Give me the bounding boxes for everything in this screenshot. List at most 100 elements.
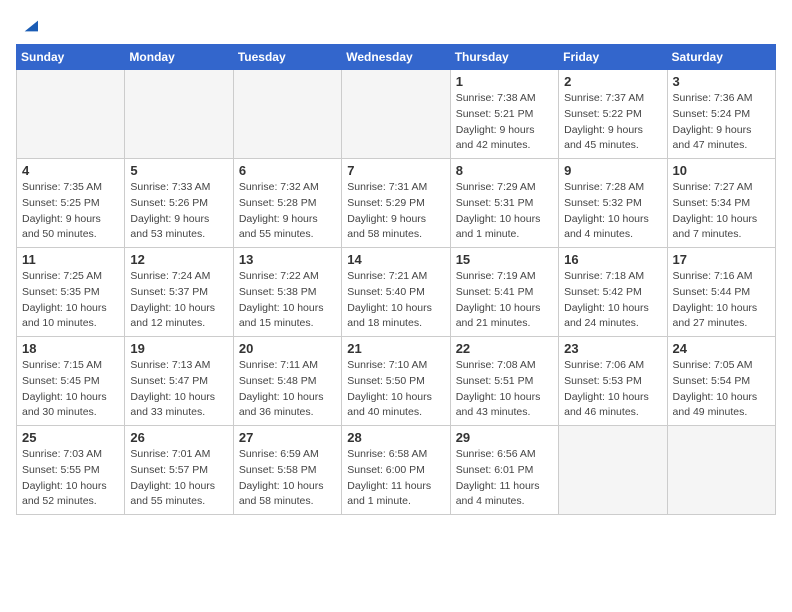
day-info: Sunrise: 7:11 AMSunset: 5:48 PMDaylight:… xyxy=(239,358,336,421)
day-info: Sunrise: 7:37 AMSunset: 5:22 PMDaylight:… xyxy=(564,91,661,154)
calendar-cell: 10 Sunrise: 7:27 AMSunset: 5:34 PMDayligh… xyxy=(667,159,775,248)
calendar-cell: 6 Sunrise: 7:32 AMSunset: 5:28 PMDaylight… xyxy=(233,159,341,248)
day-info: Sunrise: 7:32 AMSunset: 5:28 PMDaylight:… xyxy=(239,180,336,243)
calendar-cell: 25Sunrise: 7:03 AMSunset: 5:55 PMDayligh… xyxy=(17,426,125,515)
day-info: Sunrise: 7:36 AMSunset: 5:24 PMDaylight:… xyxy=(673,91,770,154)
day-info: Sunrise: 7:25 AMSunset: 5:35 PMDaylight:… xyxy=(22,269,119,332)
day-number: 27 xyxy=(239,430,336,445)
calendar-cell: 20 Sunrise: 7:11 AMSunset: 5:48 PMDayligh… xyxy=(233,337,341,426)
calendar-cell: 2 Sunrise: 7:37 AMSunset: 5:22 PMDaylight… xyxy=(559,70,667,159)
week-row-5: 25Sunrise: 7:03 AMSunset: 5:55 PMDayligh… xyxy=(17,426,776,515)
day-info: Sunrise: 7:22 AMSunset: 5:38 PMDaylight:… xyxy=(239,269,336,332)
calendar-cell: 16 Sunrise: 7:18 AMSunset: 5:42 PMDayligh… xyxy=(559,248,667,337)
day-info: Sunrise: 7:28 AMSunset: 5:32 PMDaylight:… xyxy=(564,180,661,243)
day-info: Sunrise: 7:08 AMSunset: 5:51 PMDaylight:… xyxy=(456,358,553,421)
day-info: Sunrise: 7:05 AMSunset: 5:54 PMDaylight:… xyxy=(673,358,770,421)
page-header xyxy=(16,16,776,36)
day-number: 10 xyxy=(673,163,770,178)
day-number: 8 xyxy=(456,163,553,178)
calendar-cell: 18 Sunrise: 7:15 AMSunset: 5:45 PMDayligh… xyxy=(17,337,125,426)
day-info: Sunrise: 7:24 AMSunset: 5:37 PMDaylight:… xyxy=(130,269,227,332)
calendar-cell: 1 Sunrise: 7:38 AMSunset: 5:21 PMDaylight… xyxy=(450,70,558,159)
day-number: 5 xyxy=(130,163,227,178)
calendar-cell: 23 Sunrise: 7:06 AMSunset: 5:53 PMDayligh… xyxy=(559,337,667,426)
day-info: Sunrise: 7:10 AMSunset: 5:50 PMDaylight:… xyxy=(347,358,444,421)
week-row-4: 18 Sunrise: 7:15 AMSunset: 5:45 PMDayligh… xyxy=(17,337,776,426)
day-number: 24 xyxy=(673,341,770,356)
calendar-cell xyxy=(17,70,125,159)
week-row-2: 4Sunrise: 7:35 AMSunset: 5:25 PMDaylight… xyxy=(17,159,776,248)
day-number: 13 xyxy=(239,252,336,267)
calendar-cell: 7Sunrise: 7:31 AMSunset: 5:29 PMDaylight… xyxy=(342,159,450,248)
calendar-cell: 3Sunrise: 7:36 AMSunset: 5:24 PMDaylight… xyxy=(667,70,775,159)
day-info: Sunrise: 7:06 AMSunset: 5:53 PMDaylight:… xyxy=(564,358,661,421)
day-number: 16 xyxy=(564,252,661,267)
day-info: Sunrise: 7:27 AMSunset: 5:34 PMDaylight:… xyxy=(673,180,770,243)
day-info: Sunrise: 7:01 AMSunset: 5:57 PMDaylight:… xyxy=(130,447,227,510)
calendar-cell: 15 Sunrise: 7:19 AMSunset: 5:41 PMDayligh… xyxy=(450,248,558,337)
day-number: 11 xyxy=(22,252,119,267)
calendar-cell xyxy=(233,70,341,159)
day-info: Sunrise: 7:38 AMSunset: 5:21 PMDaylight:… xyxy=(456,91,553,154)
weekday-header-monday: Monday xyxy=(125,45,233,70)
calendar-cell xyxy=(125,70,233,159)
day-number: 26 xyxy=(130,430,227,445)
day-number: 6 xyxy=(239,163,336,178)
day-info: Sunrise: 7:15 AMSunset: 5:45 PMDaylight:… xyxy=(22,358,119,421)
calendar-cell: 14 Sunrise: 7:21 AMSunset: 5:40 PMDayligh… xyxy=(342,248,450,337)
day-info: Sunrise: 7:18 AMSunset: 5:42 PMDaylight:… xyxy=(564,269,661,332)
calendar-cell: 12 Sunrise: 7:24 AMSunset: 5:37 PMDayligh… xyxy=(125,248,233,337)
day-number: 9 xyxy=(564,163,661,178)
day-number: 17 xyxy=(673,252,770,267)
calendar-cell: 29 Sunrise: 6:56 AMSunset: 6:01 PMDayligh… xyxy=(450,426,558,515)
calendar-cell: 28 Sunrise: 6:58 AMSunset: 6:00 PMDayligh… xyxy=(342,426,450,515)
calendar-cell: 11 Sunrise: 7:25 AMSunset: 5:35 PMDayligh… xyxy=(17,248,125,337)
day-number: 2 xyxy=(564,74,661,89)
day-number: 23 xyxy=(564,341,661,356)
calendar-cell: 26 Sunrise: 7:01 AMSunset: 5:57 PMDayligh… xyxy=(125,426,233,515)
calendar-table: SundayMondayTuesdayWednesdayThursdayFrid… xyxy=(16,44,776,515)
weekday-header-saturday: Saturday xyxy=(667,45,775,70)
day-info: Sunrise: 6:59 AMSunset: 5:58 PMDaylight:… xyxy=(239,447,336,510)
calendar-cell: 5 Sunrise: 7:33 AMSunset: 5:26 PMDaylight… xyxy=(125,159,233,248)
calendar-cell: 13 Sunrise: 7:22 AMSunset: 5:38 PMDayligh… xyxy=(233,248,341,337)
weekday-header-friday: Friday xyxy=(559,45,667,70)
week-row-3: 11 Sunrise: 7:25 AMSunset: 5:35 PMDayligh… xyxy=(17,248,776,337)
logo-icon xyxy=(18,16,38,36)
calendar-cell: 17 Sunrise: 7:16 AMSunset: 5:44 PMDayligh… xyxy=(667,248,775,337)
weekday-header-thursday: Thursday xyxy=(450,45,558,70)
day-info: Sunrise: 7:31 AMSunset: 5:29 PMDaylight:… xyxy=(347,180,444,243)
day-number: 18 xyxy=(22,341,119,356)
calendar-cell: 8 Sunrise: 7:29 AMSunset: 5:31 PMDaylight… xyxy=(450,159,558,248)
calendar-cell: 4Sunrise: 7:35 AMSunset: 5:25 PMDaylight… xyxy=(17,159,125,248)
calendar-cell xyxy=(342,70,450,159)
day-number: 22 xyxy=(456,341,553,356)
week-row-1: 1 Sunrise: 7:38 AMSunset: 5:21 PMDaylight… xyxy=(17,70,776,159)
day-number: 21 xyxy=(347,341,444,356)
calendar-cell: 19 Sunrise: 7:13 AMSunset: 5:47 PMDayligh… xyxy=(125,337,233,426)
day-info: Sunrise: 7:29 AMSunset: 5:31 PMDaylight:… xyxy=(456,180,553,243)
weekday-header-row: SundayMondayTuesdayWednesdayThursdayFrid… xyxy=(17,45,776,70)
day-info: Sunrise: 7:13 AMSunset: 5:47 PMDaylight:… xyxy=(130,358,227,421)
calendar-cell: 22 Sunrise: 7:08 AMSunset: 5:51 PMDayligh… xyxy=(450,337,558,426)
day-info: Sunrise: 6:56 AMSunset: 6:01 PMDaylight:… xyxy=(456,447,553,510)
day-number: 19 xyxy=(130,341,227,356)
day-info: Sunrise: 6:58 AMSunset: 6:00 PMDaylight:… xyxy=(347,447,444,510)
day-info: Sunrise: 7:21 AMSunset: 5:40 PMDaylight:… xyxy=(347,269,444,332)
day-number: 14 xyxy=(347,252,444,267)
calendar-cell: 24 Sunrise: 7:05 AMSunset: 5:54 PMDayligh… xyxy=(667,337,775,426)
day-info: Sunrise: 7:33 AMSunset: 5:26 PMDaylight:… xyxy=(130,180,227,243)
day-info: Sunrise: 7:19 AMSunset: 5:41 PMDaylight:… xyxy=(456,269,553,332)
calendar-cell: 21 Sunrise: 7:10 AMSunset: 5:50 PMDayligh… xyxy=(342,337,450,426)
weekday-header-tuesday: Tuesday xyxy=(233,45,341,70)
day-number: 15 xyxy=(456,252,553,267)
day-number: 1 xyxy=(456,74,553,89)
day-number: 28 xyxy=(347,430,444,445)
day-number: 12 xyxy=(130,252,227,267)
calendar-cell xyxy=(667,426,775,515)
day-info: Sunrise: 7:16 AMSunset: 5:44 PMDaylight:… xyxy=(673,269,770,332)
day-info: Sunrise: 7:35 AMSunset: 5:25 PMDaylight:… xyxy=(22,180,119,243)
day-number: 20 xyxy=(239,341,336,356)
day-number: 25 xyxy=(22,430,119,445)
day-number: 29 xyxy=(456,430,553,445)
